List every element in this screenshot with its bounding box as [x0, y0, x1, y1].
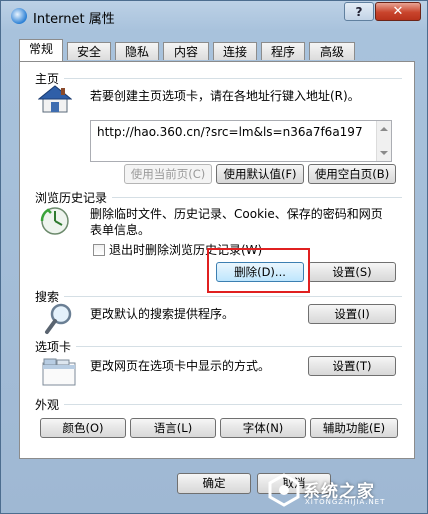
- tab-security[interactable]: 安全: [67, 42, 111, 60]
- internet-properties-dialog: Internet 属性 ? ✕ 常规 安全 隐私 内容 连接 程序 高级 主页 …: [0, 0, 428, 514]
- use-current-page-button[interactable]: 使用当前页(C): [124, 164, 212, 184]
- use-default-button[interactable]: 使用默认值(F): [216, 164, 304, 184]
- appearance-section-title: 外观: [35, 398, 60, 412]
- scroll-down-arrow-icon[interactable]: [380, 151, 388, 155]
- watermark-logo-icon: [268, 473, 300, 507]
- house-icon: [38, 85, 72, 113]
- history-clock-icon: [40, 207, 69, 235]
- search-divider: [64, 296, 402, 297]
- homepage-description: 若要创建主页选项卡，请在各地址行键入地址(R)。: [90, 89, 360, 103]
- close-button[interactable]: ✕: [375, 2, 421, 21]
- scroll-up-arrow-icon[interactable]: [380, 127, 388, 131]
- tab-connections[interactable]: 连接: [213, 42, 257, 60]
- tabs-description: 更改网页在选项卡中显示的方式。: [90, 359, 271, 373]
- magnifier-icon: [45, 303, 72, 334]
- tab-general[interactable]: 常规: [19, 39, 63, 61]
- url-scrollbar[interactable]: [376, 121, 391, 161]
- languages-button[interactable]: 语言(L): [130, 418, 216, 438]
- tabbed-window-icon: [42, 358, 76, 386]
- history-description-line1: 删除临时文件、历史记录、Cookie、保存的密码和网页: [90, 207, 383, 221]
- fonts-button[interactable]: 字体(N): [220, 418, 306, 438]
- accessibility-button[interactable]: 辅助功能(E): [310, 418, 398, 438]
- homepage-url-textarea[interactable]: http://hao.360.cn/?src=lm&ls=n36a7f6a197: [90, 120, 392, 162]
- delete-on-exit-checkbox[interactable]: [93, 244, 105, 256]
- window-title: Internet 属性: [33, 12, 115, 27]
- homepage-url-value: http://hao.360.cn/?src=lm&ls=n36a7f6a197: [97, 125, 363, 139]
- annotation-highlight-box: [207, 248, 310, 293]
- watermark-subtext: XITONGZHIJIA.NET: [305, 498, 386, 506]
- tabs-divider: [76, 346, 402, 347]
- tab-content[interactable]: 内容: [163, 42, 209, 60]
- internet-explorer-icon: [11, 8, 27, 24]
- history-settings-button[interactable]: 设置(S): [308, 262, 396, 282]
- history-divider: [112, 197, 402, 198]
- homepage-divider: [64, 78, 402, 79]
- help-button[interactable]: ?: [344, 2, 374, 21]
- tabs-settings-button[interactable]: 设置(T): [308, 356, 396, 376]
- site-watermark: 系统之家 XITONGZHIJIA.NET: [263, 471, 423, 511]
- appearance-divider: [64, 404, 402, 405]
- use-blank-button[interactable]: 使用空白页(B): [308, 164, 396, 184]
- tab-programs[interactable]: 程序: [261, 42, 305, 60]
- title-bar[interactable]: Internet 属性 ? ✕: [1, 1, 427, 31]
- search-settings-button[interactable]: 设置(I): [308, 304, 396, 324]
- colors-button[interactable]: 颜色(O): [40, 418, 126, 438]
- history-description-line2: 表单信息。: [90, 223, 151, 237]
- tabs-section-title: 选项卡: [35, 340, 72, 354]
- tab-privacy[interactable]: 隐私: [115, 42, 159, 60]
- tab-advanced[interactable]: 高级: [309, 42, 355, 60]
- search-description: 更改默认的搜索提供程序。: [90, 307, 235, 321]
- ok-button[interactable]: 确定: [177, 473, 251, 494]
- history-section-title: 浏览历史记录: [35, 191, 108, 205]
